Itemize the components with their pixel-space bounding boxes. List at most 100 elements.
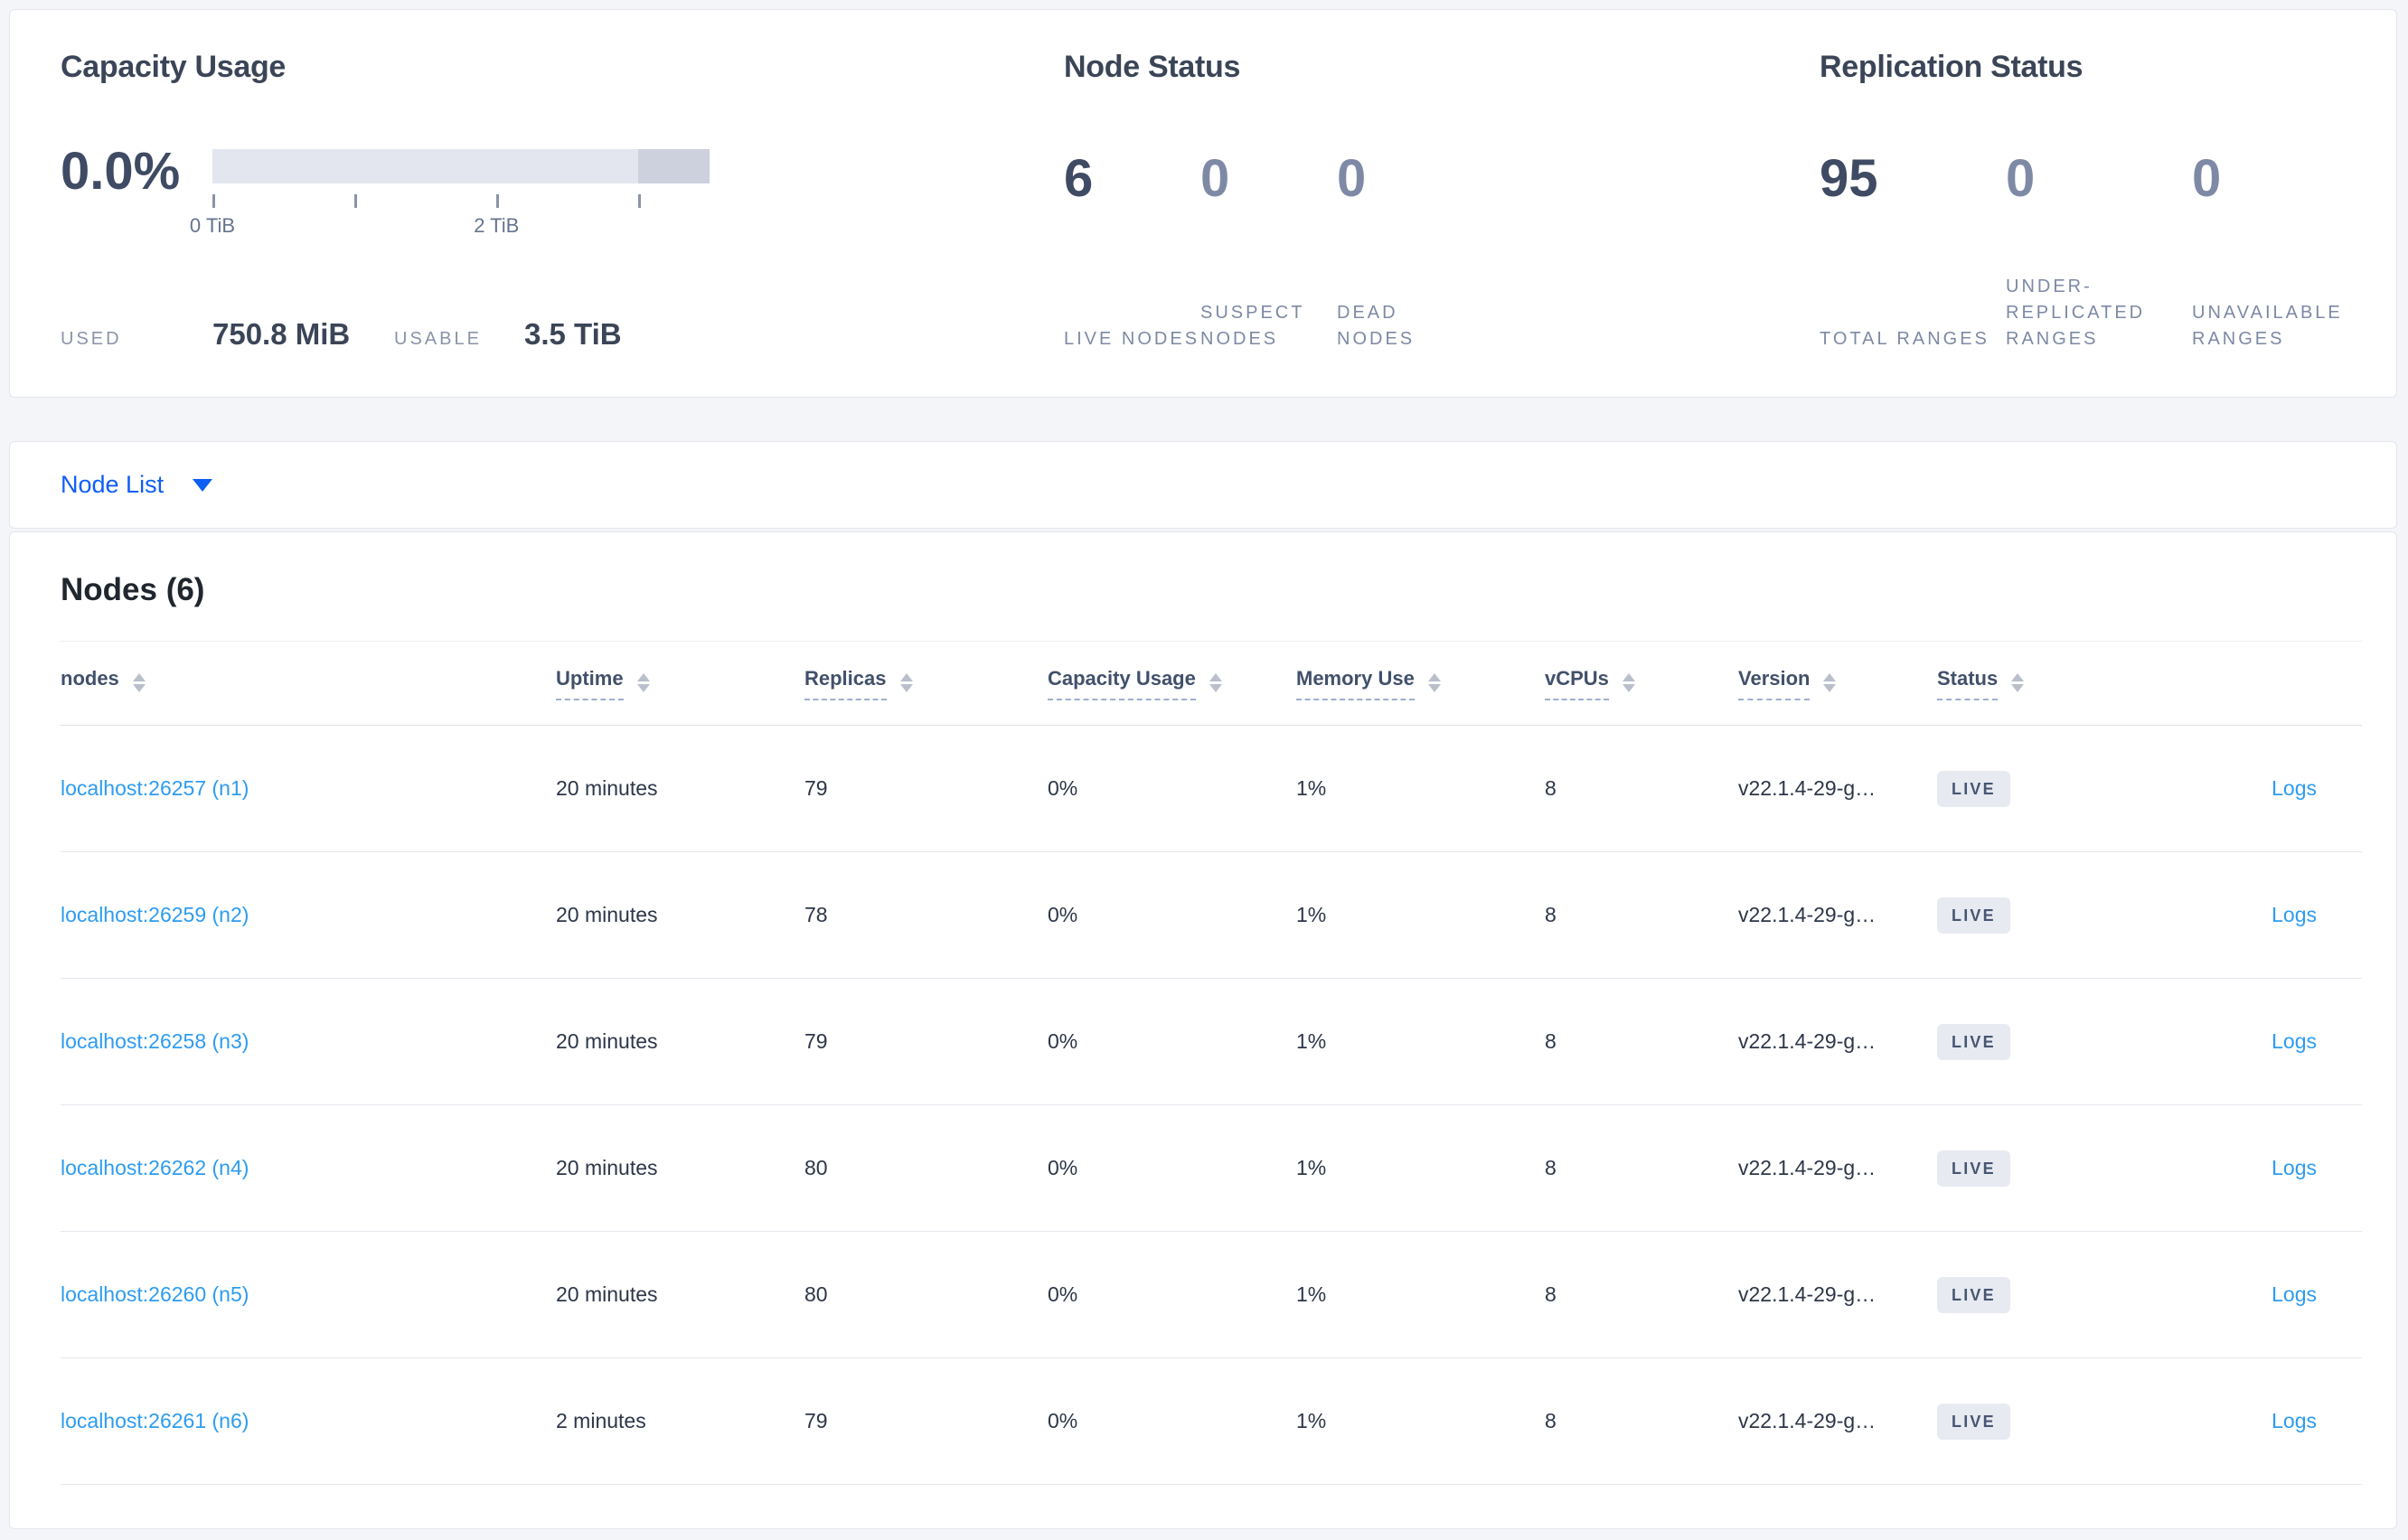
node-link[interactable]: localhost:26259 (n2) [61, 903, 249, 926]
column-header-version[interactable]: Version [1738, 642, 1937, 726]
column-label[interactable]: Capacity Usage [1048, 667, 1196, 700]
nodes-table: nodes Uptime Replicas Capacity Usage Memory … [61, 641, 2362, 1485]
cell-replicas: 80 [804, 1232, 1048, 1358]
node-link[interactable]: localhost:26260 (n5) [61, 1282, 249, 1306]
node-link[interactable]: localhost:26257 (n1) [61, 776, 249, 800]
sort-icon[interactable] [1427, 672, 1441, 692]
table-row: localhost:26259 (n2) 20 minutes 78 0% 1% 8 v22… [61, 852, 2362, 979]
memory_use-value: 1% [1296, 776, 1327, 800]
cell-vcpus: 8 [1545, 1232, 1738, 1358]
cell-memory_use: 1% [1296, 726, 1545, 852]
suspect-nodes-stat: 0 SUSPECT NODES [1200, 152, 1337, 352]
axis-tick [496, 194, 500, 208]
node-link[interactable]: localhost:26262 (n4) [61, 1156, 249, 1179]
cell-replicas: 78 [804, 852, 1048, 979]
under-replicated-ranges-label: UNDER-REPLICATED RANGES [2006, 277, 2146, 349]
replication-status-title: Replication Status [1820, 50, 2083, 84]
dead-nodes-label: DEAD NODES [1337, 303, 1416, 349]
sort-icon[interactable] [899, 672, 913, 692]
capacity_usage-value: 0% [1048, 1029, 1078, 1053]
node-list-dropdown[interactable]: Node List [61, 471, 164, 499]
chevron-down-icon[interactable] [193, 478, 213, 492]
column-label[interactable]: Version [1738, 667, 1811, 700]
sort-icon[interactable] [132, 672, 146, 692]
replicas-value: 80 [804, 1156, 828, 1179]
view-selector[interactable]: Node List [10, 442, 2396, 528]
sort-icon[interactable] [1622, 672, 1635, 692]
table-row: localhost:26257 (n1) 20 minutes 79 0% 1% 8 v22… [61, 726, 2362, 852]
sort-up-arrow [2011, 672, 2025, 681]
under-replicated-ranges-stat: 0 UNDER-REPLICATED RANGES [2006, 152, 2192, 352]
capacity-usage-section: Capacity Usage 0.0% 0 TiB 2 TiB USED 750.… [52, 10, 1046, 397]
logs-link[interactable]: Logs [2272, 776, 2317, 800]
nodes-heading: Nodes (6) [61, 572, 205, 607]
sort-icon[interactable] [1823, 672, 1837, 692]
column-label[interactable]: nodes [61, 667, 119, 700]
node-link[interactable]: localhost:26258 (n3) [61, 1029, 249, 1053]
cell-replicas: 79 [804, 979, 1048, 1105]
sort-down-arrow [899, 683, 913, 692]
column-header-memory_use[interactable]: Memory Use [1296, 642, 1545, 726]
memory_use-value: 1% [1296, 1156, 1327, 1179]
logs-link[interactable]: Logs [2272, 1156, 2317, 1179]
capacity-bar-track [212, 149, 710, 183]
table-header-row: nodes Uptime Replicas Capacity Usage Memory … [61, 641, 2362, 726]
axis-tick-label: 0 TiB [189, 214, 236, 237]
cell-capacity_usage: 0% [1048, 852, 1296, 979]
capacity_usage-value: 0% [1048, 776, 1078, 800]
cell-status: LIVE [1937, 726, 2154, 852]
node-status-section: Node Status 6 LIVE NODES 0 SUSPECT NODES… [1055, 10, 1805, 397]
capacity-bar-reserved-segment [638, 149, 710, 183]
column-header-status[interactable]: Status [1937, 642, 2154, 726]
column-label[interactable]: vCPUs [1545, 667, 1609, 700]
sort-icon[interactable] [2011, 672, 2025, 692]
usable-label: USABLE [394, 329, 482, 349]
column-label[interactable]: Replicas [804, 667, 887, 700]
column-header-logs [2154, 642, 2362, 726]
cell-version: v22.1.4-29-g… [1738, 1105, 1937, 1232]
cell-capacity_usage: 0% [1048, 1358, 1296, 1485]
cell-uptime: 20 minutes [556, 979, 804, 1105]
cell-vcpus: 8 [1545, 852, 1738, 979]
sort-down-arrow [1209, 683, 1222, 692]
node-link[interactable]: localhost:26261 (n6) [61, 1409, 249, 1432]
column-header-replicas[interactable]: Replicas [804, 642, 1048, 726]
column-header-capacity_usage[interactable]: Capacity Usage [1048, 642, 1296, 726]
column-label[interactable]: Status [1937, 667, 1999, 700]
cell-logs: Logs [2154, 726, 2362, 852]
cell-status: LIVE [1937, 1105, 2154, 1232]
status-badge: LIVE [1937, 1023, 2010, 1060]
logs-link[interactable]: Logs [2272, 1029, 2317, 1053]
table-row: localhost:26258 (n3) 20 minutes 79 0% 1% 8 v22… [61, 979, 2362, 1105]
used-label: USED [61, 329, 122, 349]
cell-logs: Logs [2154, 1358, 2362, 1485]
logs-link[interactable]: Logs [2272, 1409, 2317, 1432]
capacity_usage-value: 0% [1048, 1156, 1078, 1179]
axis-tick [354, 194, 358, 208]
column-header-vcpus[interactable]: vCPUs [1545, 642, 1738, 726]
status-badge: LIVE [1937, 1276, 2010, 1313]
sort-icon[interactable] [1209, 672, 1222, 692]
cell-vcpus: 8 [1545, 1358, 1738, 1485]
capacity-metrics: USED 750.8 MiB USABLE 3.5 TiB [61, 317, 622, 352]
status-badge: LIVE [1937, 1150, 2010, 1187]
sort-up-arrow [1622, 672, 1635, 681]
vcpus-value: 8 [1545, 903, 1557, 926]
column-header-uptime[interactable]: Uptime [556, 642, 804, 726]
logs-link[interactable]: Logs [2272, 903, 2317, 926]
version-value: v22.1.4-29-g… [1738, 1282, 1877, 1306]
sort-icon[interactable] [636, 672, 650, 692]
column-label[interactable]: Memory Use [1296, 667, 1415, 700]
cell-version: v22.1.4-29-g… [1738, 979, 1937, 1105]
uptime-value: 2 minutes [556, 1409, 646, 1432]
cell-logs: Logs [2154, 979, 2362, 1105]
column-header-address[interactable]: nodes [61, 642, 556, 726]
live-nodes-label: LIVE NODES [1064, 329, 1200, 349]
column-label[interactable]: Uptime [556, 667, 624, 700]
uptime-value: 20 minutes [556, 776, 658, 800]
logs-link[interactable]: Logs [2272, 1282, 2317, 1306]
replicas-value: 78 [804, 903, 828, 926]
capacity_usage-value: 0% [1048, 903, 1078, 926]
node-status-title: Node Status [1064, 50, 1241, 84]
version-value: v22.1.4-29-g… [1738, 1156, 1877, 1179]
